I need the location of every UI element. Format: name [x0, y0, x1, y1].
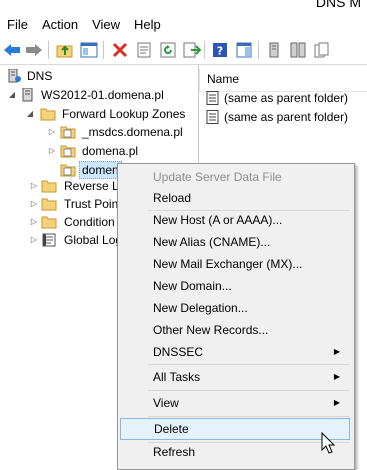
copy-icon[interactable] [312, 40, 332, 60]
record-icon [206, 91, 219, 105]
menu-item-delete[interactable]: Delete [120, 418, 350, 440]
menu-item-dnssec[interactable]: DNSSEC ▶ [120, 341, 350, 363]
menu-item-update-server-data-file[interactable]: Update Server Data File [120, 166, 350, 188]
tree-node-forward-lookup-zones[interactable]: ◢ Forward Lookup Zones [0, 105, 198, 123]
action-pane-icon[interactable] [234, 40, 254, 60]
context-menu: Update Server Data File Reload New Host … [117, 163, 355, 470]
menu-bar: File Action View Help [0, 13, 367, 36]
tree-node-msdcs-zone[interactable]: ▷ _msdcs.domena.pl [0, 123, 198, 141]
server-icon[interactable] [264, 40, 284, 60]
menu-item-other-new-records[interactable]: Other New Records... [120, 319, 350, 341]
toolbar: ? [0, 36, 367, 65]
menu-item-reload[interactable]: Reload [120, 187, 350, 209]
menu-item-new-domain[interactable]: New Domain... [120, 275, 350, 297]
menu-action[interactable]: Action [35, 13, 85, 36]
expanded-icon[interactable]: ◢ [7, 86, 17, 104]
menu-item-new-host[interactable]: New Host (A or AAAA)... [120, 209, 350, 231]
help-icon[interactable]: ? [210, 40, 230, 60]
up-folder-icon[interactable] [55, 40, 75, 60]
tree-node-dns[interactable]: DNS [0, 67, 198, 85]
svg-text:?: ? [217, 45, 223, 58]
zone-icon [60, 163, 76, 177]
window-title: DNS M [315, 0, 361, 10]
folder-icon [41, 197, 57, 211]
menu-view[interactable]: View [85, 13, 127, 36]
menu-item-new-alias[interactable]: New Alias (CNAME)... [120, 231, 350, 253]
folder-icon [41, 179, 57, 193]
record-icon [206, 110, 219, 124]
properties-icon[interactable] [134, 40, 154, 60]
server-icon [20, 87, 36, 102]
collapsed-icon[interactable]: ▷ [29, 177, 39, 195]
log-icon [41, 233, 57, 247]
delete-icon[interactable] [110, 40, 130, 60]
tree-node-domena-pl[interactable]: ▷ domena.pl [0, 142, 198, 160]
menu-item-refresh[interactable]: Refresh [120, 441, 350, 463]
expanded-icon[interactable]: ◢ [25, 105, 35, 123]
refresh-icon[interactable] [158, 40, 178, 60]
menu-item-new-mail-exchanger[interactable]: New Mail Exchanger (MX)... [120, 253, 350, 275]
export-list-icon[interactable] [182, 40, 202, 60]
submenu-arrow-icon: ▶ [333, 372, 340, 381]
dns-root-icon [6, 68, 22, 83]
menu-item-new-delegation[interactable]: New Delegation... [120, 297, 350, 319]
folder-icon [40, 107, 56, 121]
submenu-arrow-icon: ▶ [333, 398, 340, 407]
title-bar: DNS M [0, 0, 367, 13]
show-hide-tree-icon[interactable] [79, 40, 99, 60]
server-list-icon[interactable] [288, 40, 308, 60]
menu-file[interactable]: File [0, 13, 35, 36]
collapsed-icon[interactable]: ▷ [47, 123, 57, 141]
submenu-arrow-icon: ▶ [333, 347, 340, 356]
tree-node-server[interactable]: ◢ WS2012-01.domena.pl [0, 86, 198, 104]
menu-help[interactable]: Help [127, 13, 168, 36]
collapsed-icon[interactable]: ▷ [47, 142, 57, 160]
folder-icon [41, 215, 57, 229]
menu-item-view[interactable]: View ▶ [120, 392, 350, 414]
zone-icon [60, 144, 76, 158]
collapsed-icon[interactable]: ▷ [29, 231, 39, 249]
zone-icon [60, 125, 76, 139]
mouse-pointer-icon [321, 431, 337, 456]
menu-item-all-tasks[interactable]: All Tasks ▶ [120, 366, 350, 388]
collapsed-icon[interactable]: ▷ [29, 195, 39, 213]
forward-arrow-icon[interactable] [24, 40, 44, 60]
back-arrow-icon[interactable] [2, 40, 22, 60]
collapsed-icon[interactable]: ▷ [29, 213, 39, 231]
